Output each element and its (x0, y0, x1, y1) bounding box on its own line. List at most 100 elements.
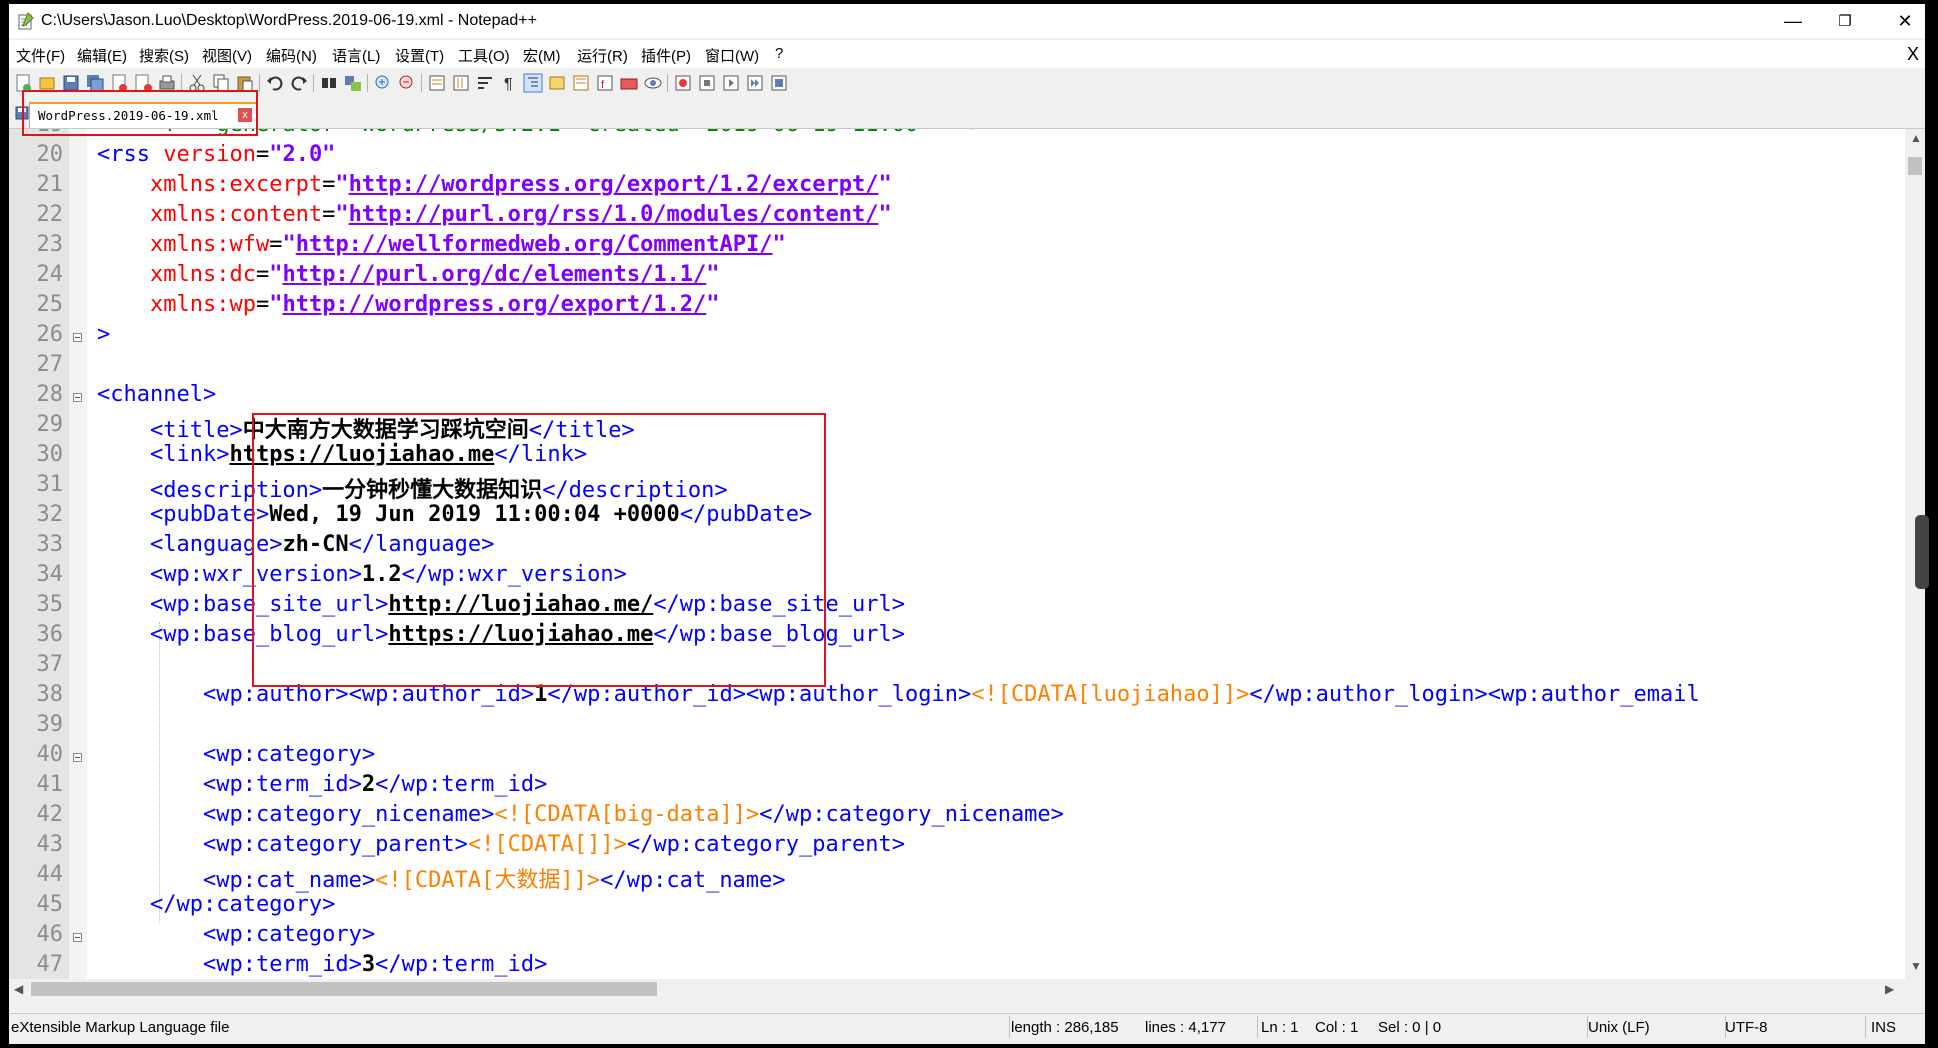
status-encoding: UTF-8 (1725, 1019, 1768, 1036)
horizontal-scrollbar[interactable]: ◀ ▶ (9, 979, 1905, 999)
status-separator (1009, 1016, 1010, 1038)
redo-icon[interactable] (289, 73, 309, 93)
lang-define-icon[interactable] (547, 73, 567, 93)
line-number: 33 (36, 532, 64, 557)
status-ln: Ln : 1 (1261, 1019, 1299, 1036)
status-lines: lines : 4,177 (1145, 1019, 1226, 1036)
line-number: 44 (36, 862, 64, 887)
macro-stop-icon[interactable] (697, 73, 717, 93)
menu-tools[interactable]: 工具(O) (458, 45, 510, 66)
line-number: 36 (36, 622, 64, 647)
menu-plugins[interactable]: 插件(P) (641, 45, 691, 66)
menu-file[interactable]: 文件(F) (16, 45, 65, 66)
undo-icon[interactable] (265, 73, 285, 93)
status-length: length : 286,185 (1011, 1019, 1119, 1036)
toolbar-separator (259, 74, 260, 92)
line-number: 43 (36, 832, 64, 857)
macro-run-multiple-icon[interactable] (745, 73, 765, 93)
replace-icon[interactable] (343, 73, 363, 93)
code-line[interactable]: <wp:cat_name><![CDATA[大数据]]></wp:cat_nam… (97, 862, 786, 894)
code-line[interactable]: <wp:term_id>3</wp:term_id> (97, 952, 547, 977)
code-line[interactable]: <wp:category_parent><![CDATA[]]></wp:cat… (97, 832, 905, 857)
line-number: 39 (36, 712, 64, 737)
side-panel-handle[interactable] (1915, 515, 1929, 589)
sync-horizontal-icon[interactable] (451, 73, 471, 93)
scroll-up-icon[interactable]: ▲ (1910, 131, 1922, 145)
fold-toggle-icon[interactable] (73, 933, 82, 942)
zoom-in-icon[interactable] (373, 73, 393, 93)
code-line[interactable]: xmlns:wp="http://wordpress.org/export/1.… (97, 292, 720, 317)
line-number: 26 (36, 322, 64, 347)
scroll-down-icon[interactable]: ▼ (1910, 959, 1922, 973)
code-line[interactable]: xmlns:dc="http://purl.org/dc/elements/1.… (97, 262, 720, 287)
code-line[interactable]: <wp:term_id>2</wp:term_id> (97, 772, 547, 797)
line-number: 22 (36, 202, 64, 227)
close-button[interactable]: ✕ (1875, 4, 1925, 38)
code-line[interactable]: <wp:category_nicename><![CDATA[big-data]… (97, 802, 1064, 827)
menu-macro[interactable]: 宏(M) (523, 45, 561, 66)
macro-record-icon[interactable] (673, 73, 693, 93)
scroll-left-icon[interactable]: ◀ (14, 982, 23, 996)
status-bar: eXtensible Markup Language file length :… (9, 1013, 1925, 1040)
folder-workspace-icon[interactable] (619, 73, 639, 93)
vertical-scroll-thumb[interactable] (1908, 157, 1922, 175)
menu-run[interactable]: 运行(R) (577, 45, 628, 66)
status-separator (1865, 1016, 1866, 1038)
svg-text:¶: ¶ (504, 76, 513, 93)
code-line[interactable]: <wp:category> (97, 922, 375, 947)
macro-save-icon[interactable] (769, 73, 789, 93)
sync-vertical-icon[interactable] (427, 73, 447, 93)
line-number: 45 (36, 892, 64, 917)
line-number: 38 (36, 682, 64, 707)
code-line[interactable]: <channel> (97, 382, 216, 407)
maximize-button[interactable]: ❐ (1815, 4, 1875, 38)
menu-settings[interactable]: 设置(T) (395, 45, 444, 66)
show-all-chars-icon[interactable]: ¶ (499, 73, 519, 93)
toolbar-separator (313, 74, 314, 92)
menu-edit[interactable]: 编辑(E) (77, 45, 127, 66)
line-number: 30 (36, 442, 64, 467)
code-line[interactable]: xmlns:content="http://purl.org/rss/1.0/m… (97, 202, 892, 227)
minimize-button[interactable]: — (1763, 4, 1823, 38)
fold-toggle-icon[interactable] (73, 753, 82, 762)
close-document-button[interactable]: X (1907, 44, 1919, 65)
code-line[interactable]: > (97, 322, 110, 347)
function-list-icon[interactable]: f (595, 73, 615, 93)
indent-guide-icon[interactable] (523, 73, 543, 93)
notepad-app-icon (18, 12, 34, 30)
menu-bar: 文件(F) 编辑(E) 搜索(S) 视图(V) 编码(N) 语言(L) 设置(T… (9, 40, 1925, 68)
fold-toggle-icon[interactable] (73, 393, 82, 402)
menu-encoding[interactable]: 编码(N) (266, 45, 317, 66)
toolbar-separator (421, 74, 422, 92)
code-line[interactable]: xmlns:excerpt="http://wordpress.org/expo… (97, 172, 892, 197)
code-line[interactable]: </wp:category> (97, 892, 335, 917)
code-line[interactable]: <wp:category> (97, 742, 375, 767)
tab-annotation-box (22, 90, 258, 136)
line-number: 24 (36, 262, 64, 287)
macro-play-icon[interactable] (721, 73, 741, 93)
find-icon[interactable] (319, 73, 339, 93)
code-line[interactable]: <rss version="2.0" (97, 142, 335, 167)
line-number: 27 (36, 352, 64, 377)
menu-search[interactable]: 搜索(S) (139, 45, 189, 66)
horizontal-scroll-thumb[interactable] (31, 982, 657, 996)
zoom-out-icon[interactable] (397, 73, 417, 93)
menu-window[interactable]: 窗口(W) (705, 45, 759, 66)
line-number: 25 (36, 292, 64, 317)
line-number: 23 (36, 232, 64, 257)
menu-view[interactable]: 视图(V) (202, 45, 252, 66)
fold-margin (69, 129, 87, 979)
line-number: 40 (36, 742, 64, 767)
line-number: 37 (36, 652, 64, 677)
menu-help[interactable]: ? (775, 45, 783, 62)
scroll-right-icon[interactable]: ▶ (1885, 982, 1894, 996)
line-number: 20 (36, 142, 64, 167)
word-wrap-icon[interactable] (475, 73, 495, 93)
line-number: 46 (36, 922, 64, 947)
monitoring-icon[interactable] (643, 73, 663, 93)
window-title: C:\Users\Jason.Luo\Desktop\WordPress.201… (41, 12, 537, 29)
doc-map-icon[interactable] (571, 73, 591, 93)
menu-language[interactable]: 语言(L) (332, 45, 380, 66)
code-line[interactable]: xmlns:wfw="http://wellformedweb.org/Comm… (97, 232, 786, 257)
fold-toggle-icon[interactable] (73, 333, 82, 342)
